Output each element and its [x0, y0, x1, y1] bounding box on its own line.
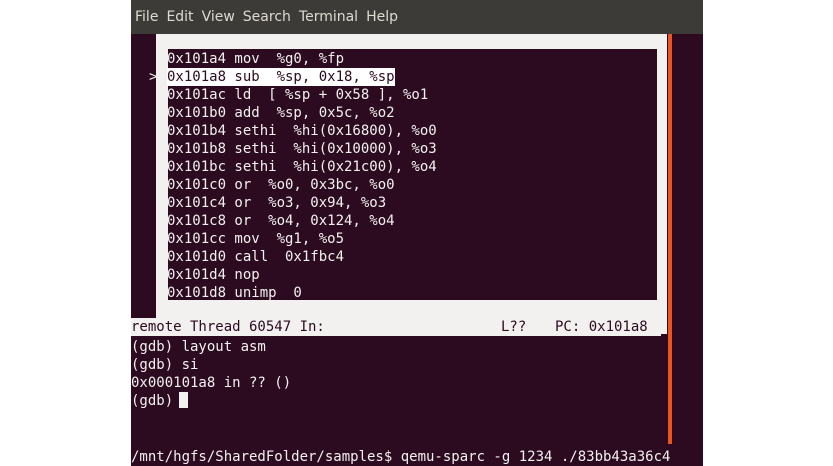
asm-line: 0x101d0 call 0x1fbc4	[167, 249, 345, 265]
menu-bar: File Edit View Search Terminal Help	[131, 0, 703, 34]
shell-command-line: /mnt/hgfs/SharedFolder/samples$ qemu-spa…	[131, 449, 671, 465]
asm-line: 0x101c0 or %o0, 0x3bc, %o0	[167, 177, 395, 193]
asm-line: 0x101d8 unimp 0	[167, 285, 302, 301]
text-cursor	[179, 392, 189, 408]
terminal-window[interactable]: File Edit View Search Terminal Help > 0x…	[131, 0, 703, 466]
console-line-3: 0x000101a8 in ?? ()	[131, 375, 292, 391]
scrollbar[interactable]	[668, 34, 672, 444]
gdb-prompt-line[interactable]: (gdb)	[131, 392, 189, 410]
asm-line: 0x101d4 nop	[167, 267, 260, 283]
asm-line: 0x101b4 sethi %hi(0x16800), %o0	[167, 123, 437, 139]
asm-line: 0x101c8 or %o4, 0x124, %o4	[167, 213, 395, 229]
asm-line-current: 0x101a8 sub %sp, 0x18, %sp	[167, 68, 395, 86]
asm-line: 0x101b0 add %sp, 0x5c, %o2	[167, 105, 395, 121]
asm-line: 0x101c4 or %o3, 0x94, %o3	[167, 195, 387, 211]
asm-line: 0x101b8 sethi %hi(0x10000), %o3	[167, 141, 437, 157]
menu-view[interactable]: View	[202, 9, 235, 25]
thread-status: remote Thread 60547 In:	[131, 319, 325, 335]
current-instruction-marker: >	[149, 69, 158, 85]
console-line-1: (gdb) layout asm	[131, 339, 266, 355]
menu-help[interactable]: Help	[366, 9, 398, 25]
asm-line: 0x101bc sethi %hi(0x21c00), %o4	[167, 159, 437, 175]
menu-terminal[interactable]: Terminal	[299, 9, 358, 25]
asm-line: 0x101ac ld [ %sp + 0x58 ], %o1	[167, 87, 429, 103]
menu-search[interactable]: Search	[243, 9, 291, 25]
menu-edit[interactable]: Edit	[166, 9, 193, 25]
asm-line: 0x101a4 mov %g0, %fp	[167, 51, 345, 67]
console-line-2: (gdb) si	[131, 357, 199, 373]
pc-status: PC: 0x101a8	[555, 319, 648, 335]
asm-line: 0x101cc mov %g1, %o5	[167, 231, 345, 247]
gdb-prompt: (gdb)	[131, 393, 174, 409]
gdb-status-bar: remote Thread 60547 In: L?? PC: 0x101a8	[131, 318, 661, 336]
menu-file[interactable]: File	[135, 9, 158, 25]
line-status: L??	[501, 319, 527, 335]
